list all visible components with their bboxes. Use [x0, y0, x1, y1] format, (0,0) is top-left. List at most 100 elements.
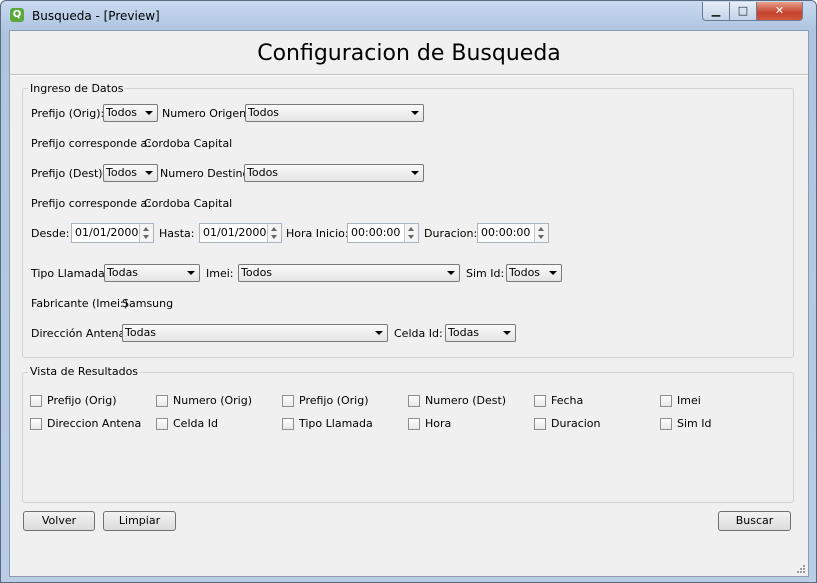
- tipo-llamada-label: Tipo Llamada:: [31, 267, 109, 280]
- duracion-spinner[interactable]: [534, 224, 548, 242]
- desde-date-input[interactable]: 01/01/2000: [71, 223, 154, 243]
- result-checkbox[interactable]: [156, 395, 168, 407]
- tipo-llamada-select[interactable]: Todas: [104, 264, 200, 282]
- result-checkbox-label[interactable]: Fecha: [551, 394, 583, 407]
- maximize-icon: □: [737, 4, 749, 17]
- result-checkbox[interactable]: [660, 418, 672, 430]
- title-bar[interactable]: Q Busqueda - [Preview] ▁ □ ✕: [1, 1, 816, 29]
- limpiar-button[interactable]: Limpiar: [103, 511, 176, 531]
- volver-button[interactable]: Volver: [23, 511, 95, 531]
- hasta-label: Hasta:: [159, 227, 195, 240]
- minimize-icon: ▁: [711, 4, 721, 17]
- chevron-down-icon: [503, 331, 511, 335]
- spin-up-icon: [408, 227, 414, 231]
- close-icon: ✕: [774, 4, 785, 17]
- result-checkbox[interactable]: [156, 418, 168, 430]
- direccion-antena-value: Todas: [125, 326, 157, 339]
- numero-destino-select[interactable]: Todos: [244, 164, 424, 182]
- prefijo-corresponde-label-1: Prefijo corresponde a:: [31, 137, 151, 150]
- spin-down-icon: [271, 235, 277, 239]
- chevron-down-icon: [447, 271, 455, 275]
- resize-grip-icon[interactable]: [796, 564, 806, 574]
- page-title: Configuracion de Busqueda: [257, 41, 561, 66]
- numero-destino-value: Todos: [247, 166, 279, 179]
- prefijo-dest-select[interactable]: Todos: [103, 164, 158, 182]
- result-checkbox[interactable]: [282, 395, 294, 407]
- result-checkbox-label[interactable]: Sim Id: [677, 417, 711, 430]
- vista-resultados-title: Vista de Resultados: [28, 365, 141, 378]
- imei-label: Imei:: [206, 267, 234, 280]
- celda-id-select[interactable]: Todas: [445, 324, 516, 342]
- tipo-llamada-value: Todas: [107, 266, 139, 279]
- result-checkbox[interactable]: [408, 395, 420, 407]
- imei-select[interactable]: Todos: [238, 264, 460, 282]
- celda-id-label: Celda Id:: [394, 327, 443, 340]
- result-checkbox[interactable]: [660, 395, 672, 407]
- chevron-down-icon: [375, 331, 383, 335]
- app-icon: Q: [10, 8, 24, 22]
- prefijo-orig-value: Todos: [106, 106, 138, 119]
- duracion-label: Duracion:: [424, 227, 478, 240]
- numero-origen-label: Numero Origen:: [162, 107, 250, 120]
- numero-origen-select[interactable]: Todos: [245, 104, 424, 122]
- hasta-date-input[interactable]: 01/01/2000: [199, 223, 282, 243]
- result-checkbox-label[interactable]: Hora: [425, 417, 451, 430]
- desde-value: 01/01/2000: [75, 226, 139, 239]
- result-checkbox-label[interactable]: Prefijo (Orig): [47, 394, 117, 407]
- hora-inicio-value: 00:00:00: [351, 226, 401, 239]
- spin-down-icon: [538, 235, 544, 239]
- minimize-button[interactable]: ▁: [702, 2, 730, 21]
- prefijo-orig-label: Prefijo (Orig):: [31, 107, 105, 120]
- spin-up-icon: [271, 227, 277, 231]
- sim-id-select[interactable]: Todos: [506, 264, 562, 282]
- fabricante-label: Fabricante (Imei:): [31, 297, 129, 310]
- result-checkbox-label[interactable]: Numero (Orig): [173, 394, 252, 407]
- result-checkbox[interactable]: [30, 418, 42, 430]
- result-checkbox-label[interactable]: Direccion Antena: [47, 417, 141, 430]
- close-button[interactable]: ✕: [756, 2, 803, 21]
- divider: [10, 74, 808, 76]
- spin-up-icon: [538, 227, 544, 231]
- desde-spinner[interactable]: [139, 224, 153, 242]
- prefijo-orig-select[interactable]: Todos: [103, 104, 158, 122]
- result-checkbox-label[interactable]: Duracion: [551, 417, 601, 430]
- buscar-button[interactable]: Buscar: [718, 511, 791, 531]
- result-checkbox[interactable]: [282, 418, 294, 430]
- chevron-down-icon: [145, 111, 153, 115]
- result-checkbox[interactable]: [534, 395, 546, 407]
- prefijo-corresponde-value-1: Cordoba Capital: [144, 137, 233, 150]
- result-checkbox[interactable]: [534, 418, 546, 430]
- hasta-spinner[interactable]: [267, 224, 281, 242]
- dialog-body: Configuracion de Busqueda Ingreso de Dat…: [9, 30, 809, 577]
- duracion-input[interactable]: 00:00:00: [477, 223, 549, 243]
- chevron-down-icon: [411, 171, 419, 175]
- hora-inicio-input[interactable]: 00:00:00: [347, 223, 419, 243]
- direccion-antena-label: Dirección Antena:: [31, 327, 129, 340]
- result-checkbox-label[interactable]: Imei: [677, 394, 701, 407]
- direccion-antena-select[interactable]: Todas: [122, 324, 388, 342]
- numero-destino-label: Numero Destino:: [160, 167, 253, 180]
- result-checkbox[interactable]: [408, 418, 420, 430]
- main-window: Q Busqueda - [Preview] ▁ □ ✕ Configuraci…: [0, 0, 817, 583]
- window-title: Busqueda - [Preview]: [32, 9, 160, 23]
- fabricante-value: Samsung: [122, 297, 174, 310]
- sim-id-value: Todos: [509, 266, 541, 279]
- result-checkbox-label[interactable]: Prefijo (Orig): [299, 394, 369, 407]
- vista-resultados-group: [22, 372, 794, 503]
- prefijo-corresponde-value-2: Cordoba Capital: [144, 197, 233, 210]
- spin-down-icon: [408, 235, 414, 239]
- numero-origen-value: Todos: [248, 106, 280, 119]
- prefijo-dest-label: Prefijo (Dest):: [31, 167, 107, 180]
- ingreso-datos-title: Ingreso de Datos: [28, 82, 126, 95]
- duracion-value: 00:00:00: [481, 226, 531, 239]
- result-checkbox[interactable]: [30, 395, 42, 407]
- result-checkbox-label[interactable]: Numero (Dest): [425, 394, 506, 407]
- result-checkbox-label[interactable]: Tipo Llamada: [299, 417, 373, 430]
- desde-label: Desde:: [31, 227, 70, 240]
- hasta-value: 01/01/2000: [203, 226, 267, 239]
- hora-inicio-spinner[interactable]: [404, 224, 418, 242]
- maximize-button[interactable]: □: [729, 2, 757, 21]
- result-checkbox-label[interactable]: Celda Id: [173, 417, 218, 430]
- chevron-down-icon: [411, 111, 419, 115]
- celda-id-value: Todas: [448, 326, 480, 339]
